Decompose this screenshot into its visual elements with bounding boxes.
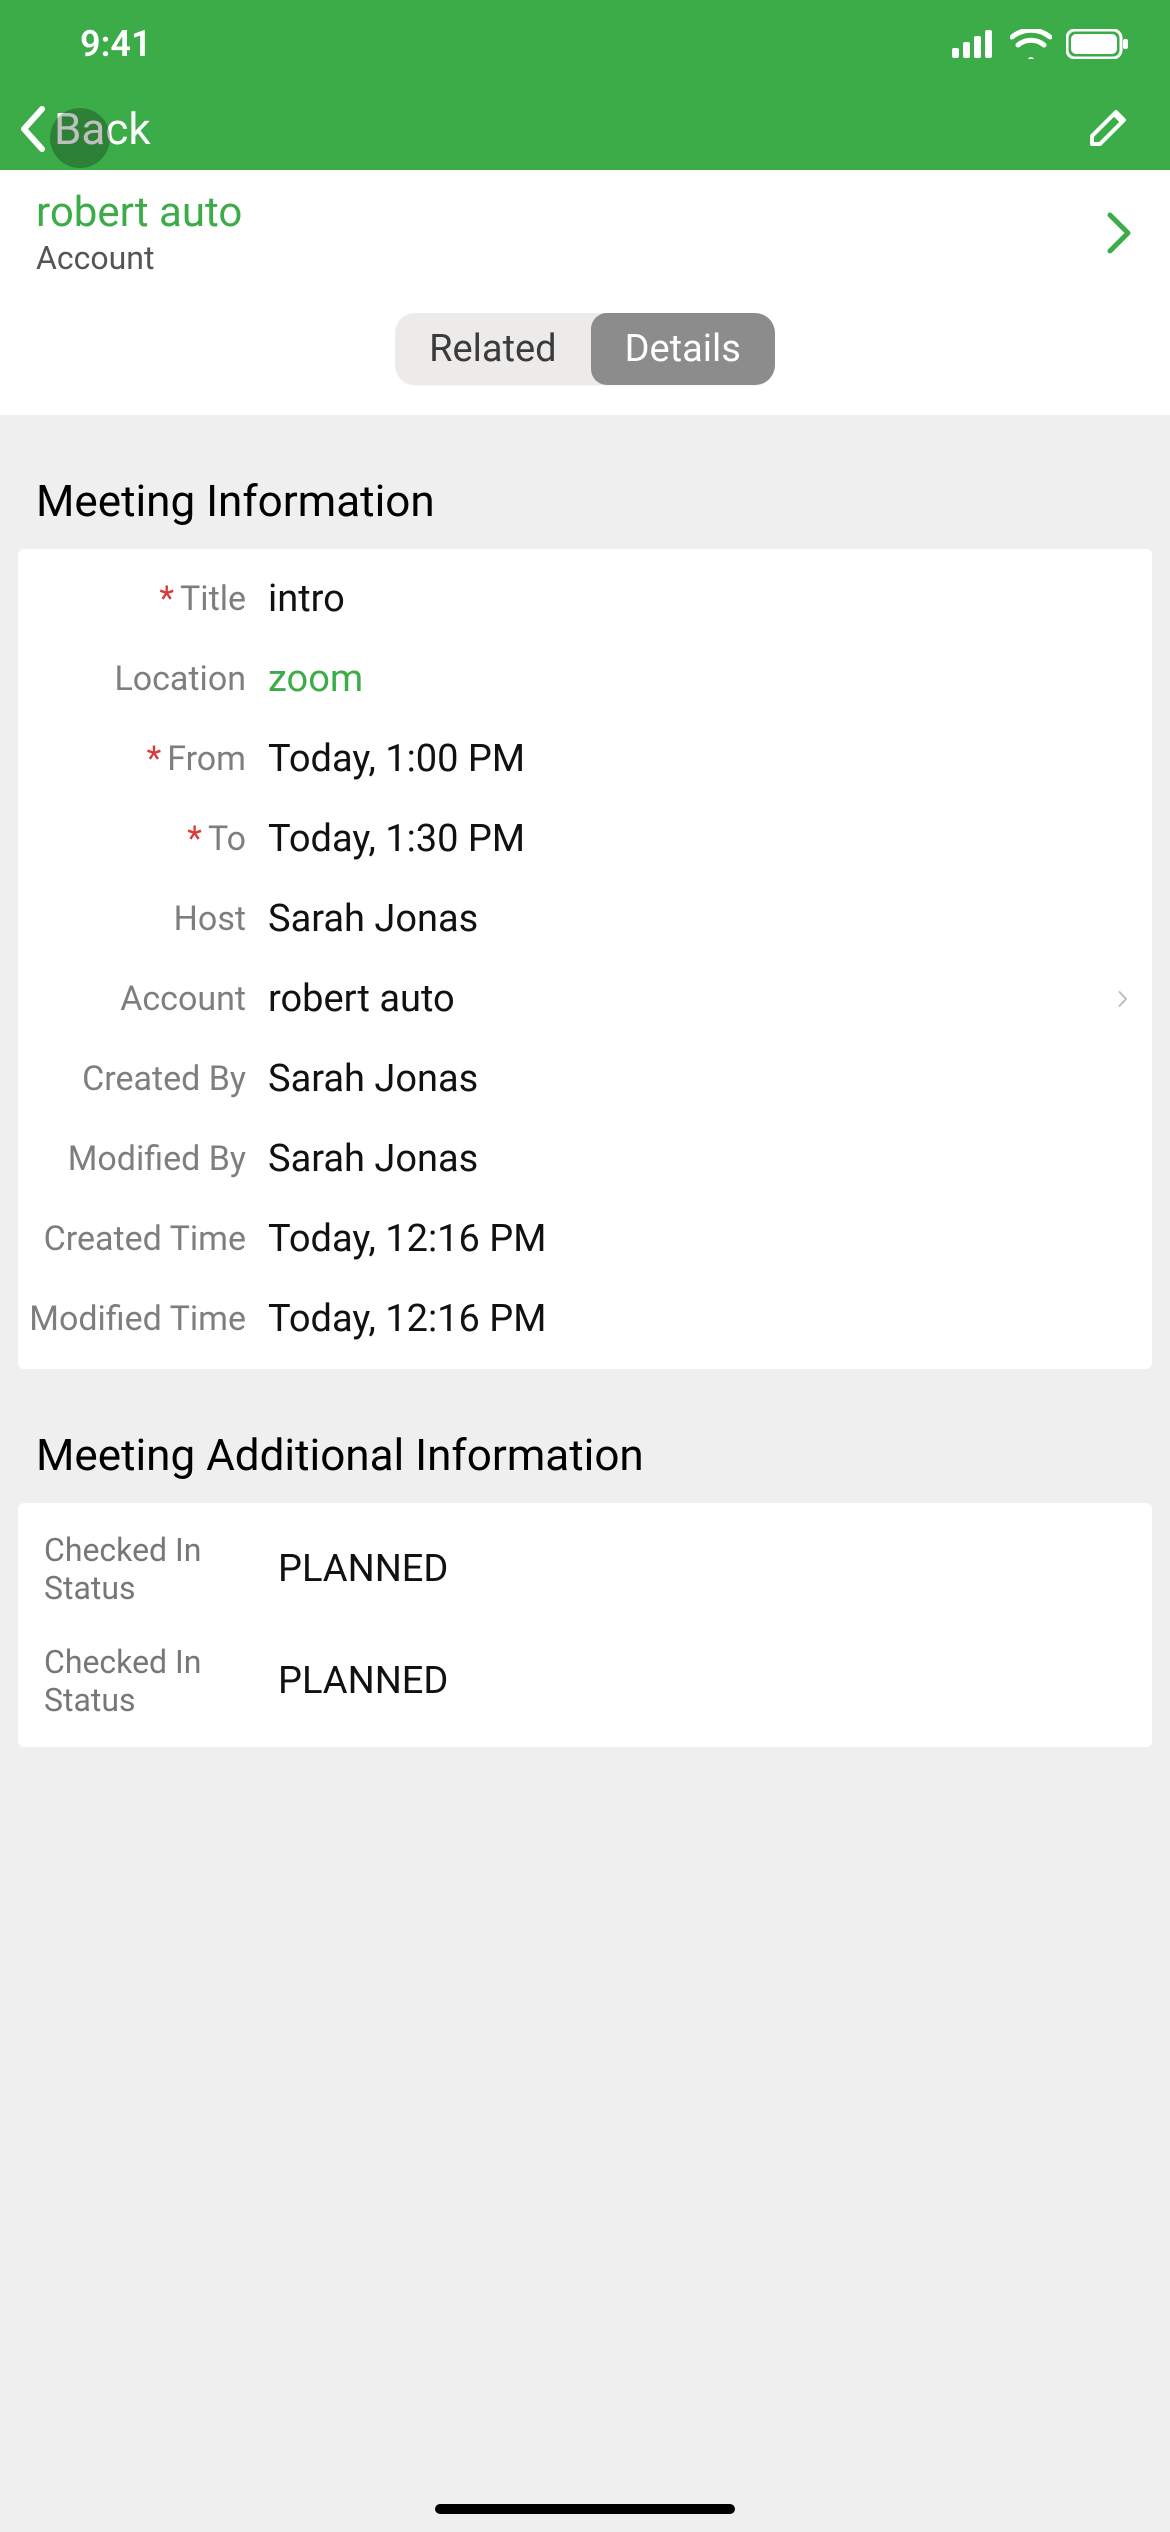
chevron-left-icon <box>14 105 54 153</box>
field-label: Checked In Status <box>18 1531 278 1607</box>
field-label: Created Time <box>18 1219 268 1259</box>
field-row-location: Location zoom <box>18 639 1152 719</box>
field-row-to: *To Today, 1:30 PM <box>18 799 1152 879</box>
field-label: *From <box>18 739 268 779</box>
field-row-title: *Title intro <box>18 559 1152 639</box>
field-label: *To <box>18 819 268 859</box>
field-label: Location <box>18 659 268 699</box>
edit-button[interactable] <box>1084 102 1134 156</box>
field-value-host: Sarah Jonas <box>268 897 1128 941</box>
field-label: Modified By <box>18 1139 268 1179</box>
pencil-icon <box>1084 102 1134 152</box>
card-additional: Checked In Status PLANNED Checked In Sta… <box>18 1503 1152 1747</box>
segmented-control-wrap: Related Details <box>0 303 1170 415</box>
battery-icon <box>1066 29 1130 59</box>
chevron-right-icon <box>1108 982 1128 1016</box>
field-row-created-by: Created By Sarah Jonas <box>18 1039 1152 1119</box>
section-title-additional: Meeting Additional Information <box>0 1369 1170 1503</box>
field-value-location[interactable]: zoom <box>268 657 1128 701</box>
wifi-icon <box>1010 29 1052 59</box>
field-value-to: Today, 1:30 PM <box>268 817 1128 861</box>
field-row-host: Host Sarah Jonas <box>18 879 1152 959</box>
status-time: 9:41 <box>80 23 152 65</box>
tab-details[interactable]: Details <box>591 313 775 385</box>
field-label: Checked In Status <box>18 1643 278 1719</box>
card-meeting-info: *Title intro Location zoom *From Today, … <box>18 549 1152 1369</box>
nav-bar: Back <box>0 88 1170 170</box>
account-name: robert auto <box>36 188 242 237</box>
field-value-title: intro <box>268 577 1128 621</box>
field-label: Created By <box>18 1059 268 1099</box>
cellular-icon <box>952 30 996 58</box>
home-indicator <box>435 2504 735 2514</box>
field-value-modified-by: Sarah Jonas <box>268 1137 1128 1181</box>
field-row-modified-time: Modified Time Today, 12:16 PM <box>18 1279 1152 1359</box>
field-row-checked-in-1: Checked In Status PLANNED <box>18 1513 1152 1625</box>
field-value-checked-in-1: PLANNED <box>278 1547 1128 1591</box>
field-value-created-time: Today, 12:16 PM <box>268 1217 1128 1261</box>
touch-indicator <box>50 108 110 168</box>
field-label: Modified Time <box>18 1299 268 1339</box>
field-label: *Title <box>18 579 268 619</box>
section-title-meeting-info: Meeting Information <box>0 415 1170 549</box>
account-header-row[interactable]: robert auto Account <box>0 170 1170 303</box>
status-icons <box>952 29 1130 59</box>
field-row-modified-by: Modified By Sarah Jonas <box>18 1119 1152 1199</box>
chevron-right-icon <box>1106 211 1134 255</box>
field-label: Account <box>18 979 268 1019</box>
field-row-checked-in-2: Checked In Status PLANNED <box>18 1625 1152 1737</box>
field-label: Host <box>18 899 268 939</box>
field-row-account[interactable]: Account robert auto <box>18 959 1152 1039</box>
tab-related[interactable]: Related <box>395 313 591 385</box>
field-value-modified-time: Today, 12:16 PM <box>268 1297 1128 1341</box>
account-sublabel: Account <box>36 239 242 277</box>
field-value-from: Today, 1:00 PM <box>268 737 1128 781</box>
field-row-created-time: Created Time Today, 12:16 PM <box>18 1199 1152 1279</box>
segmented-control: Related Details <box>395 313 775 385</box>
field-value-created-by: Sarah Jonas <box>268 1057 1128 1101</box>
status-bar: 9:41 <box>0 0 1170 88</box>
field-row-from: *From Today, 1:00 PM <box>18 719 1152 799</box>
field-value-checked-in-2: PLANNED <box>278 1659 1128 1703</box>
field-value-account: robert auto <box>268 977 1108 1021</box>
